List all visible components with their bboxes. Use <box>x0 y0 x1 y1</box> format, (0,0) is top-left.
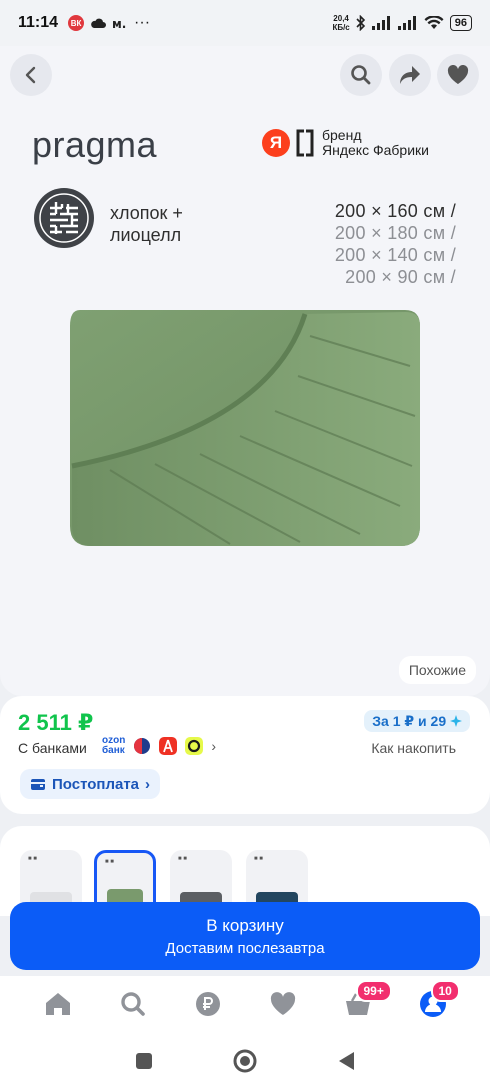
variant-thumb-logo: ■ ■ <box>254 856 263 862</box>
recents-square-icon[interactable] <box>135 1052 153 1070</box>
profile-notifications-badge: 10 <box>430 980 460 1002</box>
banks-label: С банками <box>18 740 87 756</box>
network-speed-value: 20,4 <box>333 14 349 23</box>
favorite-button[interactable] <box>437 54 479 96</box>
sizes-list: 200 × 160 см / 200 × 180 см / 200 × 140 … <box>335 200 456 288</box>
add-to-cart-button[interactable]: В корзину Доставим послезавтра <box>10 902 480 970</box>
nav-home[interactable] <box>38 984 78 1024</box>
system-navigation-bar <box>0 1032 490 1090</box>
status-notification-icons: ВК м. ··· <box>68 14 150 32</box>
badge-text-line1: бренд <box>322 127 362 143</box>
bank-icon-1 <box>134 738 151 754</box>
ozon-logo-line2: банк <box>102 745 125 756</box>
nav-profile[interactable]: 10 <box>413 980 460 1024</box>
battery-icon: 96 <box>449 15 472 31</box>
bank-icon-2 <box>159 737 178 755</box>
yandex-factory-badge: Я бренд Яндекс Фабрики <box>262 128 429 158</box>
status-bar: 11:14 ВК м. ··· 20,4 КБ/с 96 <box>0 0 490 46</box>
size-item: 200 × 140 см / <box>334 245 456 265</box>
network-speed-unit: КБ/с <box>332 23 350 32</box>
nav-cart[interactable]: 99+ <box>338 980 392 1024</box>
chevron-right-icon: › <box>211 738 216 754</box>
signal-icon-2 <box>397 16 416 30</box>
how-to-save-link[interactable]: Как накопить <box>371 740 456 756</box>
ozon-bank-logo: ozon банк <box>102 736 125 756</box>
bluetooth-icon <box>356 15 365 31</box>
nav-finance[interactable] <box>188 984 228 1024</box>
variant-thumb-logo: ■ ■ <box>28 856 37 862</box>
wallet-icon <box>31 779 45 790</box>
cart-count-badge: 99+ <box>355 980 392 1002</box>
postpay-button[interactable]: Постоплата › <box>20 769 161 799</box>
variant-thumb-logo: ■ ■ <box>105 859 114 865</box>
bank-partners[interactable]: ozon банк › <box>102 736 216 756</box>
installment-badge[interactable]: За 1 ₽ и 29 <box>364 710 470 732</box>
ruble-icon <box>195 992 220 1016</box>
search-icon <box>351 65 371 85</box>
product-image <box>70 310 420 546</box>
material-line2: лиоцелл <box>110 225 182 245</box>
heart-icon <box>270 992 295 1015</box>
brand-logo: pragma <box>32 124 158 165</box>
sparkle-icon <box>450 715 462 727</box>
status-system-icons: 20,4 КБ/с 96 <box>332 14 472 32</box>
back-triangle-icon[interactable] <box>337 1051 355 1071</box>
cloud-icon <box>91 18 107 28</box>
home-circle-icon[interactable] <box>233 1049 257 1073</box>
network-speed: 20,4 КБ/с <box>332 14 349 32</box>
status-time: 11:14 <box>18 14 59 31</box>
heart-icon <box>447 65 469 84</box>
price-section: 2 511 ₽ За 1 ₽ и 29 С банками ozon банк … <box>0 696 490 814</box>
signal-icon <box>371 16 390 30</box>
size-item: 200 × 90 см / <box>345 267 456 287</box>
chevron-left-icon <box>25 66 36 84</box>
bracket-icon <box>296 129 314 157</box>
bottom-navigation: 99+ 10 <box>0 976 490 1032</box>
wifi-icon <box>424 16 444 29</box>
installment-text: За 1 ₽ и 29 <box>372 713 447 729</box>
mail-icon: м. <box>112 17 126 29</box>
back-button[interactable] <box>10 54 52 96</box>
delivery-label: Доставим послезавтра <box>165 940 325 957</box>
share-arrow-icon <box>400 66 420 84</box>
size-item: 200 × 180 см / <box>334 223 456 243</box>
yandex-logo-icon: Я <box>262 129 290 157</box>
material-line1: хлопок + <box>110 203 183 223</box>
bank-icon-3 <box>185 737 204 755</box>
cart-button-label: В корзину <box>206 916 284 935</box>
price-value: 2 511 ₽ <box>18 710 94 735</box>
search-button[interactable] <box>340 54 382 96</box>
share-button[interactable] <box>389 54 431 96</box>
nav-favorites[interactable] <box>263 984 303 1024</box>
more-notifications-icon: ··· <box>134 14 151 31</box>
nav-search[interactable] <box>113 984 153 1024</box>
search-icon <box>120 992 145 1016</box>
variant-thumb-logo: ■ ■ <box>178 856 187 862</box>
fabric-weave-icon <box>34 188 94 248</box>
material-label: хлопок + лиоцелл <box>110 202 183 246</box>
svg-text:м.: м. <box>112 17 126 29</box>
similar-button[interactable]: Похожие <box>398 656 476 684</box>
badge-text: бренд Яндекс Фабрики <box>322 128 429 158</box>
size-item: 200 × 160 см / <box>334 201 456 221</box>
home-icon <box>45 993 70 1015</box>
product-gallery[interactable]: pragma Я бренд Яндекс Фабрики хлопок + л… <box>0 46 490 696</box>
badge-text-line2: Яндекс Фабрики <box>322 142 429 158</box>
postpay-label: Постоплата <box>52 775 140 793</box>
chevron-right-icon: › <box>145 775 151 793</box>
vk-icon: ВК <box>68 15 85 31</box>
